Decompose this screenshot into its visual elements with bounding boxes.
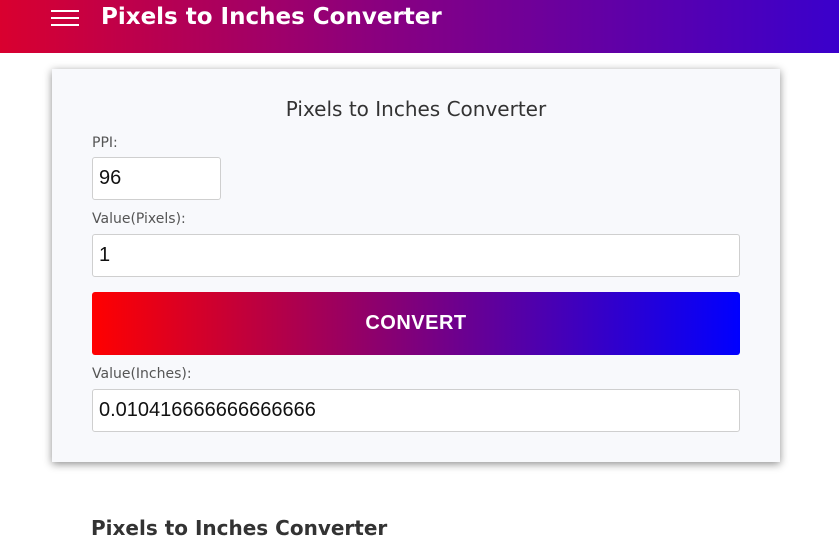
top-navigation-bar: Pixels to Inches Converter: [0, 0, 839, 53]
inches-label: Value(Inches):: [92, 366, 192, 382]
site-title[interactable]: Pixels to Inches Converter: [101, 2, 442, 32]
inches-output[interactable]: 0.010416666666666666: [92, 389, 740, 432]
hamburger-menu-icon[interactable]: [51, 10, 79, 26]
pixels-input[interactable]: 1: [92, 234, 740, 277]
convert-button[interactable]: CONVERT: [92, 292, 740, 355]
converter-card: Pixels to Inches Converter PPI: 96 Value…: [52, 69, 780, 462]
ppi-label: PPI:: [92, 135, 118, 151]
converter-title: Pixels to Inches Converter: [285, 97, 547, 121]
section-heading: Pixels to Inches Converter: [91, 516, 388, 540]
pixels-label: Value(Pixels):: [92, 211, 186, 227]
ppi-input[interactable]: 96: [92, 157, 221, 200]
